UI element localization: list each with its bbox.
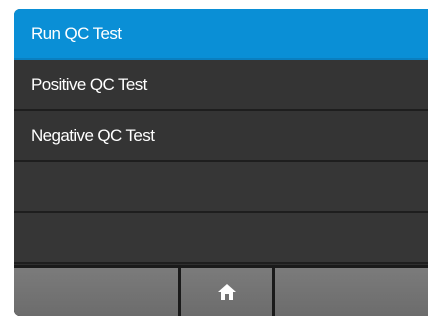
menu-item-run-qc-test[interactable]: Run QC Test [14, 9, 428, 60]
bottom-toolbar [14, 265, 428, 316]
qc-menu-panel: Run QC Test Positive QC Test Negative QC… [14, 9, 428, 316]
toolbar-left-button[interactable] [14, 268, 178, 316]
menu-item-positive-qc-test[interactable]: Positive QC Test [14, 60, 428, 111]
menu-item-label: Positive QC Test [31, 75, 147, 94]
menu-item-empty [14, 162, 428, 213]
menu-item-label: Negative QC Test [31, 126, 155, 145]
qc-menu-list: Run QC Test Positive QC Test Negative QC… [14, 9, 428, 264]
home-button[interactable] [181, 268, 272, 316]
menu-item-empty [14, 213, 428, 264]
menu-item-negative-qc-test[interactable]: Negative QC Test [14, 111, 428, 162]
menu-item-label: Run QC Test [31, 24, 122, 43]
toolbar-right-button[interactable] [275, 268, 428, 316]
home-icon [217, 284, 236, 300]
